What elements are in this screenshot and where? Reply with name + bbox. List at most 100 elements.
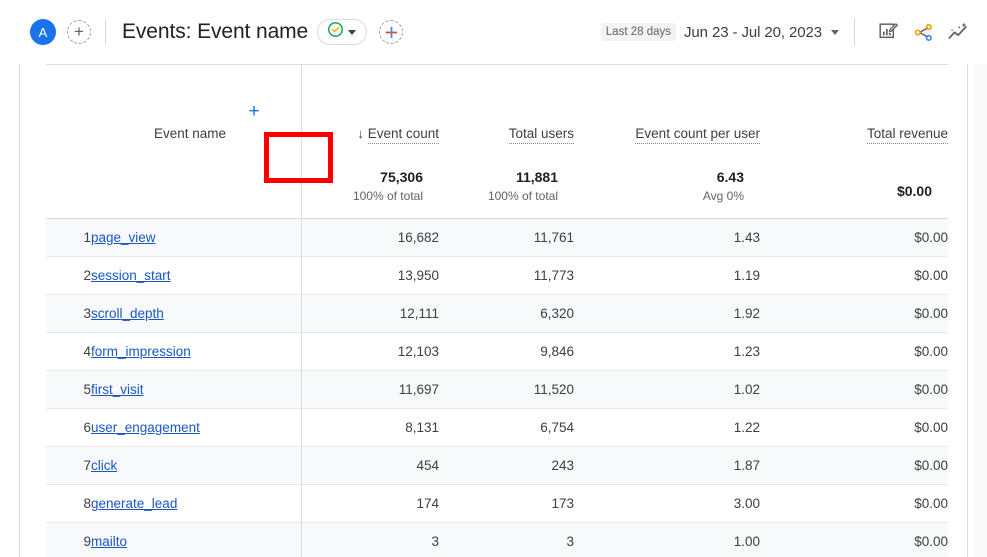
row-index: 8 xyxy=(46,485,91,523)
index-header-cell xyxy=(46,65,91,141)
table-row[interactable]: 4form_impression12,1039,8461.23$0.00 xyxy=(46,333,948,371)
event-name-link[interactable]: first_visit xyxy=(91,382,144,397)
table-row[interactable]: 2session_start13,95011,7731.19$0.00 xyxy=(46,257,948,295)
totals-event-count-per-user: 6.43 Avg 0% xyxy=(574,141,760,219)
chevron-down-icon xyxy=(348,30,356,35)
add-comparison-button[interactable] xyxy=(379,20,403,44)
cell-event-count: 8,131 xyxy=(282,409,439,447)
row-index: 1 xyxy=(46,219,91,257)
row-index: 4 xyxy=(46,333,91,371)
table-row[interactable]: 1page_view16,68211,7611.43$0.00 xyxy=(46,219,948,257)
cell-total-revenue: $0.00 xyxy=(760,295,948,333)
avatar[interactable]: A xyxy=(30,19,56,45)
cell-event-count: 3 xyxy=(282,523,439,557)
share-button[interactable] xyxy=(908,17,938,47)
cell-event-count-per-user: 1.00 xyxy=(574,523,760,557)
cell-total-revenue: $0.00 xyxy=(760,371,948,409)
totals-total-revenue: $0.00 xyxy=(760,141,948,219)
report-content: Event name + ↓Event count Total users Ev xyxy=(20,64,987,557)
edit-report-button[interactable] xyxy=(873,17,903,47)
table-body: 1page_view16,68211,7611.43$0.002session_… xyxy=(46,219,948,557)
cell-total-users: 243 xyxy=(439,447,574,485)
cell-event-count-per-user: 1.22 xyxy=(574,409,760,447)
cell-event-name: first_visit xyxy=(91,371,282,409)
cell-total-revenue: $0.00 xyxy=(760,333,948,371)
cell-event-name: form_impression xyxy=(91,333,282,371)
event-name-link[interactable]: scroll_depth xyxy=(91,306,164,321)
plus-icon xyxy=(384,25,399,40)
cell-event-name: generate_lead xyxy=(91,485,282,523)
event-name-link[interactable]: generate_lead xyxy=(91,496,177,511)
cell-total-revenue: $0.00 xyxy=(760,409,948,447)
table-header-row: Event name + ↓Event count Total users Ev xyxy=(46,65,948,141)
plus-icon: + xyxy=(74,23,84,40)
sort-descending-icon: ↓ xyxy=(357,126,364,141)
cell-total-users: 11,761 xyxy=(439,219,574,257)
table-row[interactable]: 7click4542431.87$0.00 xyxy=(46,447,948,485)
cell-event-count-per-user: 1.19 xyxy=(574,257,760,295)
cell-event-name: scroll_depth xyxy=(91,295,282,333)
column-header-total-users[interactable]: Total users xyxy=(439,65,574,141)
page-title: Events: Event name xyxy=(122,20,308,44)
avatar-initial: A xyxy=(39,25,48,40)
cell-total-users: 11,773 xyxy=(439,257,574,295)
totals-event-count: 75,306 100% of total xyxy=(282,141,439,219)
cell-total-revenue: $0.00 xyxy=(760,485,948,523)
table-row[interactable]: 6user_engagement8,1316,7541.22$0.00 xyxy=(46,409,948,447)
event-name-link[interactable]: user_engagement xyxy=(91,420,200,435)
cell-event-name: click xyxy=(91,447,282,485)
table-row[interactable]: 8generate_lead1741733.00$0.00 xyxy=(46,485,948,523)
table-row[interactable]: 9mailto331.00$0.00 xyxy=(46,523,948,557)
add-account-button[interactable]: + xyxy=(67,20,91,44)
plus-icon: + xyxy=(248,102,259,121)
cell-event-count: 12,103 xyxy=(282,333,439,371)
event-name-link[interactable]: mailto xyxy=(91,534,127,549)
cell-event-count: 174 xyxy=(282,485,439,523)
cell-event-count-per-user: 1.02 xyxy=(574,371,760,409)
event-name-link[interactable]: page_view xyxy=(91,230,156,245)
cell-total-users: 11,520 xyxy=(439,371,574,409)
cell-total-revenue: $0.00 xyxy=(760,447,948,485)
row-index: 5 xyxy=(46,371,91,409)
cell-event-count-per-user: 1.43 xyxy=(574,219,760,257)
table-totals-row: 75,306 100% of total 11,881 100% of tota… xyxy=(46,141,948,219)
events-table-container: Event name + ↓Event count Total users Ev xyxy=(46,64,948,557)
event-name-link[interactable]: form_impression xyxy=(91,344,191,359)
cell-event-count-per-user: 1.87 xyxy=(574,447,760,485)
cell-total-revenue: $0.00 xyxy=(760,523,948,557)
table-row[interactable]: 3scroll_depth12,1116,3201.92$0.00 xyxy=(46,295,948,333)
row-index: 3 xyxy=(46,295,91,333)
dimension-header-event-name[interactable]: Event name xyxy=(91,65,226,141)
date-preset-chip: Last 28 days xyxy=(601,23,676,41)
cell-event-count-per-user: 1.23 xyxy=(574,333,760,371)
vertical-scrollbar[interactable] xyxy=(974,64,987,557)
insights-icon xyxy=(947,21,969,43)
table-row[interactable]: 5first_visit11,69711,5201.02$0.00 xyxy=(46,371,948,409)
cell-total-revenue: $0.00 xyxy=(760,257,948,295)
cell-event-count: 13,950 xyxy=(282,257,439,295)
totals-dimension-cell xyxy=(91,141,226,219)
report-status-button[interactable] xyxy=(317,19,367,45)
cell-event-name: mailto xyxy=(91,523,282,557)
top-header: A + Events: Event name La xyxy=(0,0,987,64)
row-index: 9 xyxy=(46,523,91,557)
cell-event-name: session_start xyxy=(91,257,282,295)
cell-event-count-per-user: 3.00 xyxy=(574,485,760,523)
events-table: Event name + ↓Event count Total users Ev xyxy=(46,65,948,557)
event-name-link[interactable]: click xyxy=(91,458,117,473)
insights-button[interactable] xyxy=(943,17,973,47)
cell-total-revenue: $0.00 xyxy=(760,219,948,257)
header-divider-2 xyxy=(854,18,855,46)
share-icon xyxy=(913,22,934,43)
cell-event-name: user_engagement xyxy=(91,409,282,447)
left-rail xyxy=(0,64,20,557)
date-range-picker[interactable]: Last 28 days Jun 23 - Jul 20, 2023 xyxy=(601,23,839,41)
column-header-total-revenue[interactable]: Total revenue xyxy=(760,65,948,141)
column-header-event-count-per-user[interactable]: Event count per user xyxy=(574,65,760,141)
column-header-event-count[interactable]: ↓Event count xyxy=(282,65,439,141)
cell-event-name: page_view xyxy=(91,219,282,257)
totals-total-users: 11,881 100% of total xyxy=(439,141,574,219)
cell-event-count-per-user: 1.92 xyxy=(574,295,760,333)
add-dimension-button[interactable]: + xyxy=(226,65,282,141)
event-name-link[interactable]: session_start xyxy=(91,268,171,283)
